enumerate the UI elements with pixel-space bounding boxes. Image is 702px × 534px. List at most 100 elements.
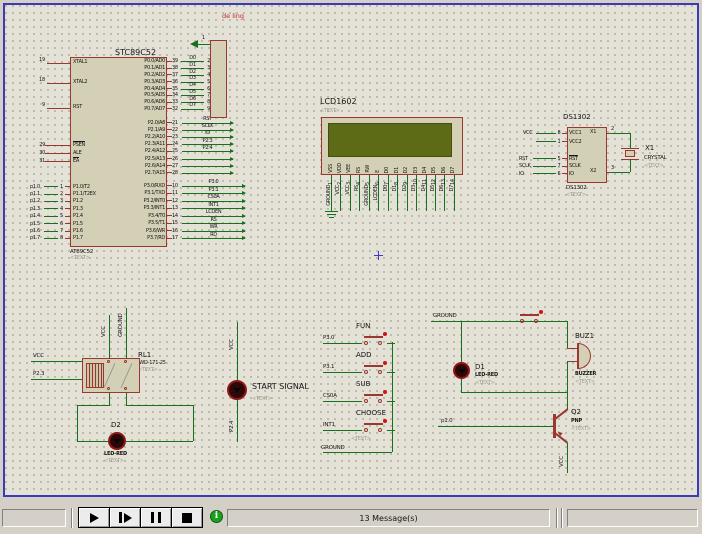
pin-number: 12 <box>172 198 182 204</box>
net-label: VCC <box>346 185 351 195</box>
pin-row: p1.1 2 <box>30 190 70 197</box>
pin-name: P3.3/INT1 <box>100 205 165 213</box>
pin <box>47 63 70 64</box>
push-button[interactable] <box>361 332 387 346</box>
start-label: START SIGNAL <box>252 383 309 392</box>
schematic-canvas[interactable]: STC89C52 AT89C52 <TEXT> 19 XTAL1 18 XTAL… <box>3 3 699 497</box>
connector-body[interactable] <box>210 40 227 118</box>
wire <box>630 133 631 148</box>
pin-number: 6 <box>58 221 65 227</box>
contact-terminal <box>124 387 127 390</box>
buzzer-value: BUZZER <box>575 372 596 378</box>
pin-number-cell: 3 <box>346 176 354 185</box>
lcd-pin-names: VSSVDDVEERSRWED0D1D2D3D4D5D6D7 <box>327 153 458 173</box>
net-label: D3 <box>412 185 417 191</box>
net-label: D7 <box>181 103 204 108</box>
net-label: VCC <box>229 330 235 350</box>
pin <box>65 194 70 195</box>
pause-button[interactable] <box>141 508 171 527</box>
d2-led[interactable] <box>108 432 126 450</box>
push-button[interactable] <box>361 390 387 404</box>
pin-number: 2 <box>611 127 614 133</box>
pin-row: 1 <box>523 138 567 147</box>
pin-name: RST <box>569 155 581 163</box>
push-button[interactable] <box>517 310 543 324</box>
pause-icon <box>151 512 162 523</box>
pin-row: SCLK 7 <box>519 163 567 171</box>
bus-arrow-icon <box>190 40 198 48</box>
pin-name: P1.5 <box>73 220 96 227</box>
net-label: RS <box>182 218 245 223</box>
pin-name: D1 <box>395 167 400 173</box>
push-button[interactable] <box>361 419 387 433</box>
net-label: WR <box>182 225 245 230</box>
pin-row: 30 <box>33 149 70 157</box>
crystal-body[interactable] <box>625 150 635 157</box>
wire <box>182 169 233 176</box>
net-label: RST <box>519 156 533 162</box>
pin-name: P3.2/INT0 <box>100 197 165 205</box>
pin-name: SCLK <box>569 163 581 171</box>
d1-led[interactable] <box>453 362 470 379</box>
transistor-collector <box>555 408 569 419</box>
pin-name: P2.1/A9 <box>100 126 165 133</box>
wire <box>44 186 58 187</box>
wire <box>630 159 631 172</box>
pin-row: p1.3 4 <box>30 205 70 212</box>
wire <box>109 393 110 405</box>
pin-row: p1.4 5 <box>30 213 70 220</box>
buzzer-body[interactable] <box>577 343 591 369</box>
pin-number: 13 <box>172 205 182 211</box>
net-label: D0 <box>384 185 389 191</box>
pin-name: P1.0/T2 <box>73 183 96 190</box>
net-label: p1.6 <box>30 228 44 234</box>
d2-value: LED-RED <box>104 452 127 458</box>
pin-name: D7 <box>451 167 456 173</box>
contact-terminal <box>107 387 110 390</box>
wire <box>44 194 58 195</box>
ground-icon <box>325 211 338 212</box>
wire <box>323 430 362 431</box>
pin-number: 15 <box>172 220 182 226</box>
wire <box>611 133 630 134</box>
net-label: SCLK <box>182 124 233 129</box>
status-panel-left <box>2 509 66 527</box>
pin-number-cell: 1 <box>327 176 335 185</box>
pin-row: p1.2 3 <box>30 198 70 205</box>
push-button[interactable] <box>361 361 387 375</box>
pin-number: 17 <box>172 235 182 241</box>
pin-number: 14 <box>172 213 182 219</box>
key-row: ADD P3.1 <box>323 352 395 381</box>
pin-name: P0.6/AD6 <box>100 99 165 106</box>
wire <box>126 405 193 406</box>
pin-number: 10 <box>414 176 419 185</box>
pin <box>65 231 70 232</box>
ds-power-names: VCC1VCC2 <box>569 129 581 146</box>
wire <box>31 379 82 380</box>
wire <box>323 452 392 453</box>
pin-number-cell: 4 <box>355 176 363 185</box>
crystal-value: CRYSTAL <box>644 155 667 161</box>
net-label: p1.7 <box>30 235 44 241</box>
wire <box>182 162 233 169</box>
pin-number: 26 <box>172 156 182 162</box>
pin-number: 38 <box>172 65 181 71</box>
pin-row: 31 <box>33 157 70 165</box>
pin <box>45 153 70 154</box>
wire <box>461 321 462 362</box>
pin-name: XTAL1 <box>73 60 87 66</box>
play-button[interactable] <box>79 508 109 527</box>
net-label: GROUND <box>327 185 332 206</box>
pin-name: VSS <box>329 164 334 173</box>
step-button[interactable] <box>110 508 140 527</box>
pin-name: P1.6 <box>73 227 96 234</box>
pin-name-cell: D3 <box>412 167 420 173</box>
stop-button[interactable] <box>172 508 202 527</box>
pin-number: 25 <box>172 148 182 154</box>
info-icon[interactable]: i <box>210 510 223 523</box>
wire <box>44 238 58 239</box>
lcd-title: LCD1602 <box>320 98 357 107</box>
start-led[interactable] <box>227 380 247 400</box>
pin-name-cell: RS <box>355 167 363 173</box>
net-label: GROUND <box>321 445 345 451</box>
